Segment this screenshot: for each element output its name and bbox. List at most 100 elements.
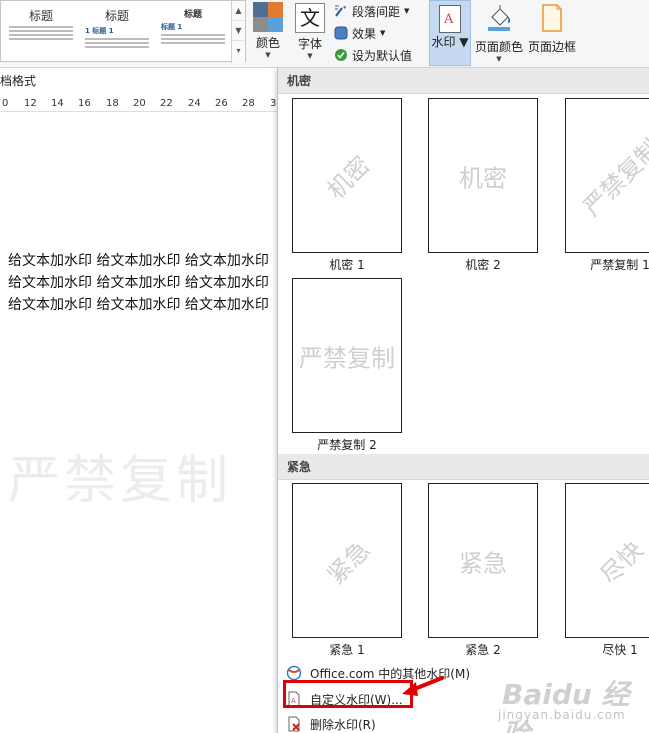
format-group-label: 档格式 bbox=[0, 74, 37, 88]
checkmark-icon bbox=[335, 49, 347, 61]
watermark-preview: 尽快 bbox=[565, 483, 649, 638]
watermark-preview-text: 机密 bbox=[459, 164, 507, 192]
app-window: 标题 标题 1 标题 1 标题 标题 1 ▲ ▼ ▾ 颜色 ▼ 文 字体 ▼ 段… bbox=[0, 0, 649, 733]
chevron-down-icon: ▼ bbox=[265, 51, 271, 59]
chevron-down-icon: ▼ bbox=[496, 55, 502, 63]
ruler-tick: 14 bbox=[51, 98, 64, 109]
set-default-button[interactable]: 设为默认值 bbox=[334, 45, 412, 65]
watermark-preview-text: 严禁复制 bbox=[299, 344, 395, 372]
watermark-preview: 严禁复制 bbox=[565, 98, 649, 253]
paragraph-spacing-label: 段落间距 bbox=[352, 4, 401, 19]
ribbon: 标题 标题 1 标题 1 标题 标题 1 ▲ ▼ ▾ 颜色 ▼ 文 字体 ▼ 段… bbox=[0, 0, 649, 68]
document-text-line: 给文本加水印 给文本加水印 给文本加水印 bbox=[8, 297, 269, 313]
watermark-option-asap-1[interactable]: 尽快 尽快 1 bbox=[565, 483, 649, 658]
gallery-more-icon[interactable]: ▾ bbox=[232, 41, 245, 61]
style-thumb-1[interactable]: 标题 bbox=[5, 3, 77, 59]
watermark-option-confidential-1[interactable]: 机密 机密 1 bbox=[292, 98, 402, 273]
watermark-option-urgent-2[interactable]: 紧急 紧急 2 bbox=[428, 483, 538, 658]
watermark-icon: A bbox=[439, 5, 461, 33]
watermark-option-do-not-copy-2[interactable]: 严禁复制 严禁复制 2 bbox=[292, 278, 402, 453]
page-border-icon bbox=[542, 4, 562, 32]
chevron-down-icon: ▼ bbox=[404, 7, 410, 15]
document-watermark: 严禁复制 bbox=[8, 451, 233, 511]
watermark-caption: 机密 1 bbox=[329, 258, 365, 272]
remove-watermark-icon bbox=[288, 716, 300, 732]
watermark-option-confidential-2[interactable]: 机密 机密 2 bbox=[428, 98, 538, 273]
set-default-label: 设为默认值 bbox=[352, 48, 413, 63]
chevron-down-icon: ▼ bbox=[459, 35, 469, 49]
page-border-button[interactable]: 页面边框 bbox=[526, 0, 578, 55]
style-thumb-2[interactable]: 标题 1 标题 1 bbox=[81, 3, 153, 59]
page-border-label: 页面边框 bbox=[527, 40, 576, 54]
fonts-button[interactable]: 文 字体 ▼ bbox=[290, 0, 330, 60]
svg-text:A: A bbox=[443, 12, 454, 27]
ruler-tick: 22 bbox=[160, 98, 173, 109]
ruler-tick: 12 bbox=[24, 98, 37, 109]
watermark-caption: 紧急 2 bbox=[465, 643, 501, 657]
watermark-preview: 机密 bbox=[292, 98, 402, 253]
watermark-preview: 严禁复制 bbox=[292, 278, 402, 433]
watermark-caption: 尽快 1 bbox=[602, 643, 638, 657]
effects-icon bbox=[334, 26, 348, 40]
paragraph-spacing-icon bbox=[335, 5, 346, 17]
style-thumb-title: 标题 bbox=[104, 9, 129, 23]
watermark-preview-text: 紧急 bbox=[459, 549, 507, 577]
section-header-urgent: 紧急 bbox=[278, 454, 649, 480]
document-text-line: 给文本加水印 给文本加水印 给文本加水印 bbox=[8, 253, 269, 269]
colors-icon bbox=[253, 2, 283, 32]
watermark-preview: 紧急 bbox=[292, 483, 402, 638]
ruler-tick: 18 bbox=[106, 98, 119, 109]
ruler-tick: 3 bbox=[270, 98, 277, 109]
paragraph-spacing-button[interactable]: 段落间距 ▼ bbox=[334, 1, 409, 21]
ruler-tick: 20 bbox=[133, 98, 146, 109]
paint-bucket-icon bbox=[488, 5, 510, 31]
watermark-preview-text: 尽快 bbox=[594, 535, 649, 590]
watermark-caption: 紧急 1 bbox=[329, 643, 365, 657]
watermark-caption: 机密 2 bbox=[465, 258, 501, 272]
ruler-tick: 28 bbox=[242, 98, 255, 109]
baidu-jingyan-logo: Baidu 经验 bbox=[502, 678, 630, 733]
watermark-preview: 机密 bbox=[428, 98, 538, 253]
scroll-down-icon[interactable]: ▼ bbox=[232, 21, 245, 41]
office-globe-icon bbox=[286, 665, 302, 681]
remove-watermark-label: 删除水印(R) bbox=[310, 717, 376, 732]
document-page[interactable]: 给文本加水印 给文本加水印 给文本加水印 给文本加水印 给文本加水印 给文本加水… bbox=[0, 113, 278, 733]
watermark-caption: 严禁复制 1 bbox=[590, 258, 649, 272]
watermark-preview-text: 机密 bbox=[321, 150, 376, 205]
style-thumb-3[interactable]: 标题 标题 1 bbox=[157, 3, 229, 59]
style-set-gallery[interactable]: 标题 标题 1 标题 1 标题 标题 1 ▲ ▼ ▾ bbox=[0, 0, 246, 63]
ruler-tick: 26 bbox=[215, 98, 228, 109]
font-icon: 文 bbox=[295, 3, 325, 33]
ruler-tick: 0 bbox=[2, 98, 9, 109]
gallery-scrollbar[interactable]: ▲ ▼ ▾ bbox=[231, 1, 245, 63]
ruler-tick: 16 bbox=[78, 98, 91, 109]
watermark-label: 水印 bbox=[431, 35, 456, 49]
style-thumb-title: 标题 bbox=[183, 10, 202, 20]
watermark-option-urgent-1[interactable]: 紧急 紧急 1 bbox=[292, 483, 402, 658]
scroll-up-icon[interactable]: ▲ bbox=[232, 1, 245, 21]
style-thumb-heading: 标题 1 bbox=[161, 23, 183, 31]
style-thumb-heading: 1 标题 1 bbox=[85, 27, 114, 35]
red-arrow-annotation bbox=[402, 676, 444, 696]
effects-button[interactable]: 效果 ▼ bbox=[334, 23, 385, 43]
watermark-option-do-not-copy-1[interactable]: 严禁复制 严禁复制 1 bbox=[565, 98, 649, 273]
document-text-line: 给文本加水印 给文本加水印 给文本加水印 bbox=[8, 275, 269, 291]
watermark-preview: 紧急 bbox=[428, 483, 538, 638]
highlight-box bbox=[283, 680, 413, 708]
style-thumb-title: 标题 bbox=[28, 9, 53, 23]
page-color-button[interactable]: 页面颜色 ▼ bbox=[473, 0, 525, 63]
section-header-confidential: 机密 bbox=[278, 68, 649, 94]
colors-button[interactable]: 颜色 ▼ bbox=[250, 0, 286, 59]
chevron-down-icon: ▼ bbox=[307, 52, 313, 60]
ruler-tick: 24 bbox=[188, 98, 201, 109]
watermark-preview-text: 紧急 bbox=[321, 535, 376, 590]
watermark-dropdown: 机密 机密 机密 1 机密 机密 2 严禁复制 严禁复制 1 严禁复制 严禁复制… bbox=[277, 68, 649, 733]
watermark-button[interactable]: A 水印 ▼ bbox=[429, 0, 471, 66]
watermark-caption: 严禁复制 2 bbox=[317, 438, 377, 452]
more-watermarks-label: Office.com 中的其他水印(M) bbox=[310, 666, 471, 681]
ruler[interactable]: 0 12 14 16 18 20 22 24 26 28 3 bbox=[0, 96, 278, 112]
fonts-label: 字体 bbox=[297, 37, 322, 51]
colors-label: 颜色 bbox=[255, 36, 280, 50]
page-color-label: 页面颜色 bbox=[474, 40, 523, 54]
baidu-jingyan-url: jingyan.baidu.com bbox=[498, 708, 626, 722]
